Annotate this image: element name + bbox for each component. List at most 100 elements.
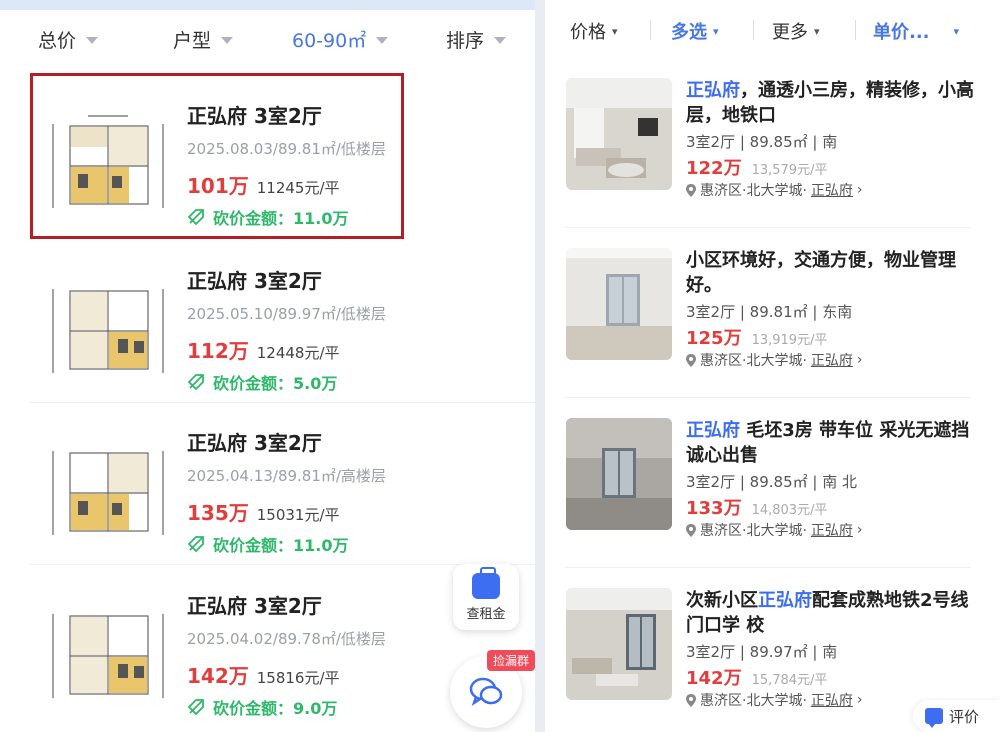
divider [565, 567, 970, 568]
caret-down-icon [494, 37, 507, 44]
caret-down-icon [221, 37, 234, 44]
location-area: 惠济区·北大学城· [700, 353, 807, 369]
listing-unit-price: 13,919元/平 [751, 333, 828, 348]
listing-card[interactable]: 小区环境好，交通方便，物业管理好。 3室2厅 | 89.81㎡ | 东南 125… [545, 248, 1000, 418]
tag-cut-icon [187, 536, 204, 553]
living-room-photo [566, 78, 672, 190]
price-cut-label: 砍价金额：5.0万 [213, 374, 338, 393]
right-filter-bar: 价格 ▾ 多选 ▾ 更多 ▾ 单价... ▾ [545, 0, 1000, 60]
listing-unit-price: 15031元/平 [256, 506, 340, 524]
briefcase-icon [472, 566, 500, 599]
listing-title: 正弘府 3室2厅 [187, 594, 322, 618]
filter-area[interactable]: 60-90㎡ [292, 26, 389, 53]
divider [30, 402, 535, 403]
left-panel: 总价 户型 60-90㎡ 排序 正弘府 3室2厅 2025.08.03/89.8… [0, 0, 535, 732]
location-area: 惠济区·北大学城· [700, 183, 807, 199]
divider [565, 227, 970, 228]
filter-label: 更多 [772, 22, 808, 43]
filter-label: 60-90㎡ [292, 30, 367, 52]
listing-meta: 3室2厅 | 89.85㎡ | 南 [686, 133, 838, 151]
listing-location: 惠济区·北大学城· 正弘府 › [686, 180, 863, 200]
location-pin-icon [686, 523, 696, 537]
chevron-down-icon: ▾ [713, 24, 719, 38]
caret-down-icon [86, 37, 99, 44]
listing-unit-price: 15,784元/平 [751, 673, 828, 688]
listing-price: 133万 [686, 498, 742, 519]
filter-label: 排序 [446, 30, 485, 52]
chevron-right-icon: › [856, 352, 863, 368]
listing-price: 135万 [187, 501, 249, 525]
highlight-box [30, 73, 404, 239]
filter-label: 多选 [671, 22, 707, 43]
listing-unit-price: 12448元/平 [256, 344, 340, 362]
chevron-down-icon: ▾ [953, 24, 960, 38]
filter-unit-price[interactable]: 单价... ▾ [873, 18, 959, 44]
filter-price[interactable]: 价格 ▾ [570, 18, 618, 44]
filter-total-price[interactable]: 总价 [38, 26, 99, 53]
listing-unit-price: 15816元/平 [256, 669, 340, 687]
listing-card[interactable]: 正弘府，通透小三房，精装修，小高层，地铁口 3室2厅 | 89.85㎡ | 南 … [545, 78, 1000, 248]
listing-meta: 2025.05.10/89.97㎡/低楼层 [187, 305, 386, 323]
community-link[interactable]: 正弘府 [811, 180, 853, 200]
listing-meta: 3室2厅 | 89.97㎡ | 南 [686, 643, 838, 661]
filter-multi[interactable]: 多选 ▾ [671, 18, 719, 44]
listing-price-row: 135万 15031元/平 [187, 497, 340, 526]
listing-card[interactable]: 正弘府 毛坯3房 带车位 采光无遮挡诚心出售 3室2厅 | 89.85㎡ | 南… [545, 418, 1000, 588]
listing-price: 112万 [187, 339, 249, 363]
community-highlight: 正弘府 [686, 420, 740, 441]
separator [855, 20, 856, 40]
tag-cut-icon [187, 699, 204, 716]
listing-card[interactable]: 正弘府 3室2厅 2025.05.10/89.97㎡/低楼层 112万 1244… [30, 243, 535, 403]
filter-layout[interactable]: 户型 [173, 26, 234, 53]
location-area: 惠济区·北大学城· [700, 523, 807, 539]
tag-cut-icon [187, 374, 204, 391]
community-link[interactable]: 正弘府 [811, 690, 853, 710]
listing-price-row: 142万 15816元/平 [187, 660, 340, 689]
listing-unit-price: 14,803元/平 [751, 503, 828, 518]
chevron-right-icon: › [856, 522, 863, 538]
price-cut-row: 砍价金额：9.0万 [187, 695, 337, 719]
price-cut-label: 砍价金额：9.0万 [213, 699, 338, 718]
listing-meta: 2025.04.13/89.81㎡/高楼层 [187, 467, 386, 485]
filter-label: 总价 [38, 30, 77, 52]
rent-check-button[interactable]: 查租金 [453, 564, 519, 630]
listing-title: 正弘府 3室2厅 [187, 269, 322, 293]
community-highlight: 正弘府 [686, 80, 740, 101]
filter-more[interactable]: 更多 ▾ [772, 18, 820, 44]
separator [650, 20, 651, 40]
community-highlight: 正弘府 [758, 590, 812, 611]
floorplan-image [48, 261, 168, 386]
listing-price: 122万 [686, 158, 742, 179]
listing-price-row: 122万 13,579元/平 [686, 154, 827, 180]
chevron-right-icon: › [856, 692, 863, 708]
listing-meta: 2025.04.02/89.78㎡/低楼层 [187, 630, 386, 648]
community-link[interactable]: 正弘府 [811, 350, 853, 370]
location-pin-icon [686, 353, 696, 367]
price-cut-row: 砍价金额：5.0万 [187, 370, 337, 394]
listing-price: 142万 [187, 664, 249, 688]
listing-card[interactable]: 正弘府 3室2厅 2025.04.13/89.81㎡/高楼层 135万 1503… [30, 405, 535, 565]
room-photo [566, 248, 672, 360]
listing-title: 小区环境好，交通方便，物业管理好。 [686, 248, 976, 298]
filter-label: 单价... [873, 22, 930, 43]
floorplan-image [48, 586, 168, 711]
listing-title: 正弘府 毛坯3房 带车位 采光无遮挡诚心出售 [686, 418, 976, 468]
title-text: 小区环境好，交通方便，物业管理好。 [686, 250, 956, 296]
chat-bubble-icon [469, 677, 503, 707]
location-pin-icon [686, 183, 696, 197]
listing-price-row: 142万 15,784元/平 [686, 664, 827, 690]
review-button[interactable]: 评价 [913, 700, 1000, 732]
filter-sort[interactable]: 排序 [446, 26, 507, 53]
location-pin-icon [686, 693, 696, 707]
floorplan-image [48, 423, 168, 548]
living-room-photo [566, 588, 672, 700]
top-strip [0, 0, 535, 10]
separator [753, 20, 754, 40]
listing-price-row: 133万 14,803元/平 [686, 494, 827, 520]
left-filter-bar: 总价 户型 60-90㎡ 排序 [0, 18, 535, 58]
listing-title: 正弘府，通透小三房，精装修，小高层，地铁口 [686, 78, 976, 128]
listing-location: 惠济区·北大学城· 正弘府 › [686, 520, 863, 540]
listing-unit-price: 13,579元/平 [751, 163, 828, 178]
community-link[interactable]: 正弘府 [811, 520, 853, 540]
group-badge: 捡漏群 [487, 650, 535, 671]
